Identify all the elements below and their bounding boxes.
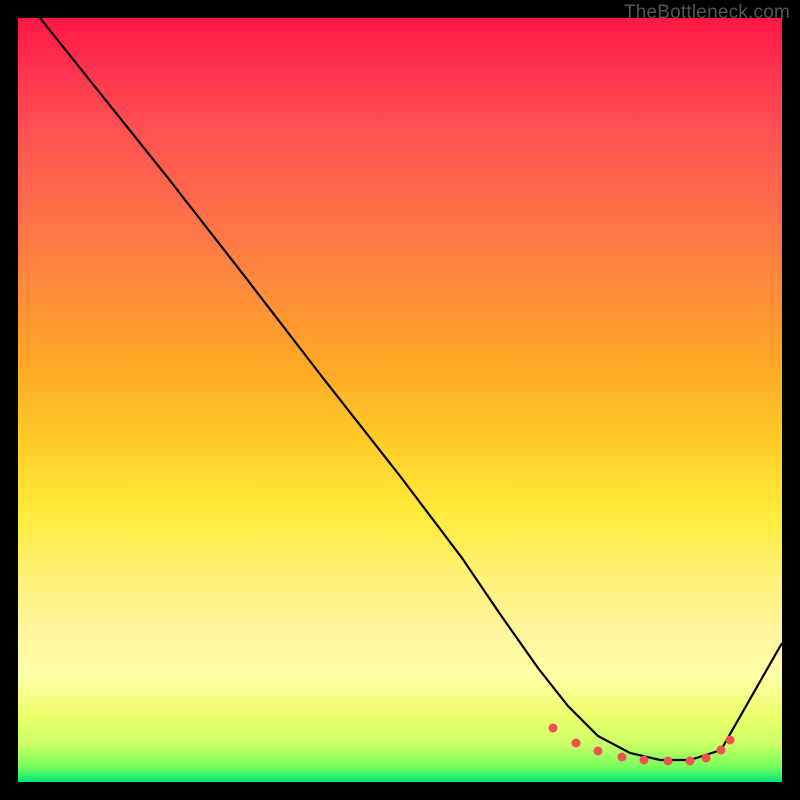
bottleneck-curve [40, 18, 782, 760]
chart-svg [18, 18, 782, 782]
chart-plot-area [18, 18, 782, 782]
optimal-range-markers [549, 724, 735, 766]
watermark-text: TheBottleneck.com [624, 2, 790, 24]
